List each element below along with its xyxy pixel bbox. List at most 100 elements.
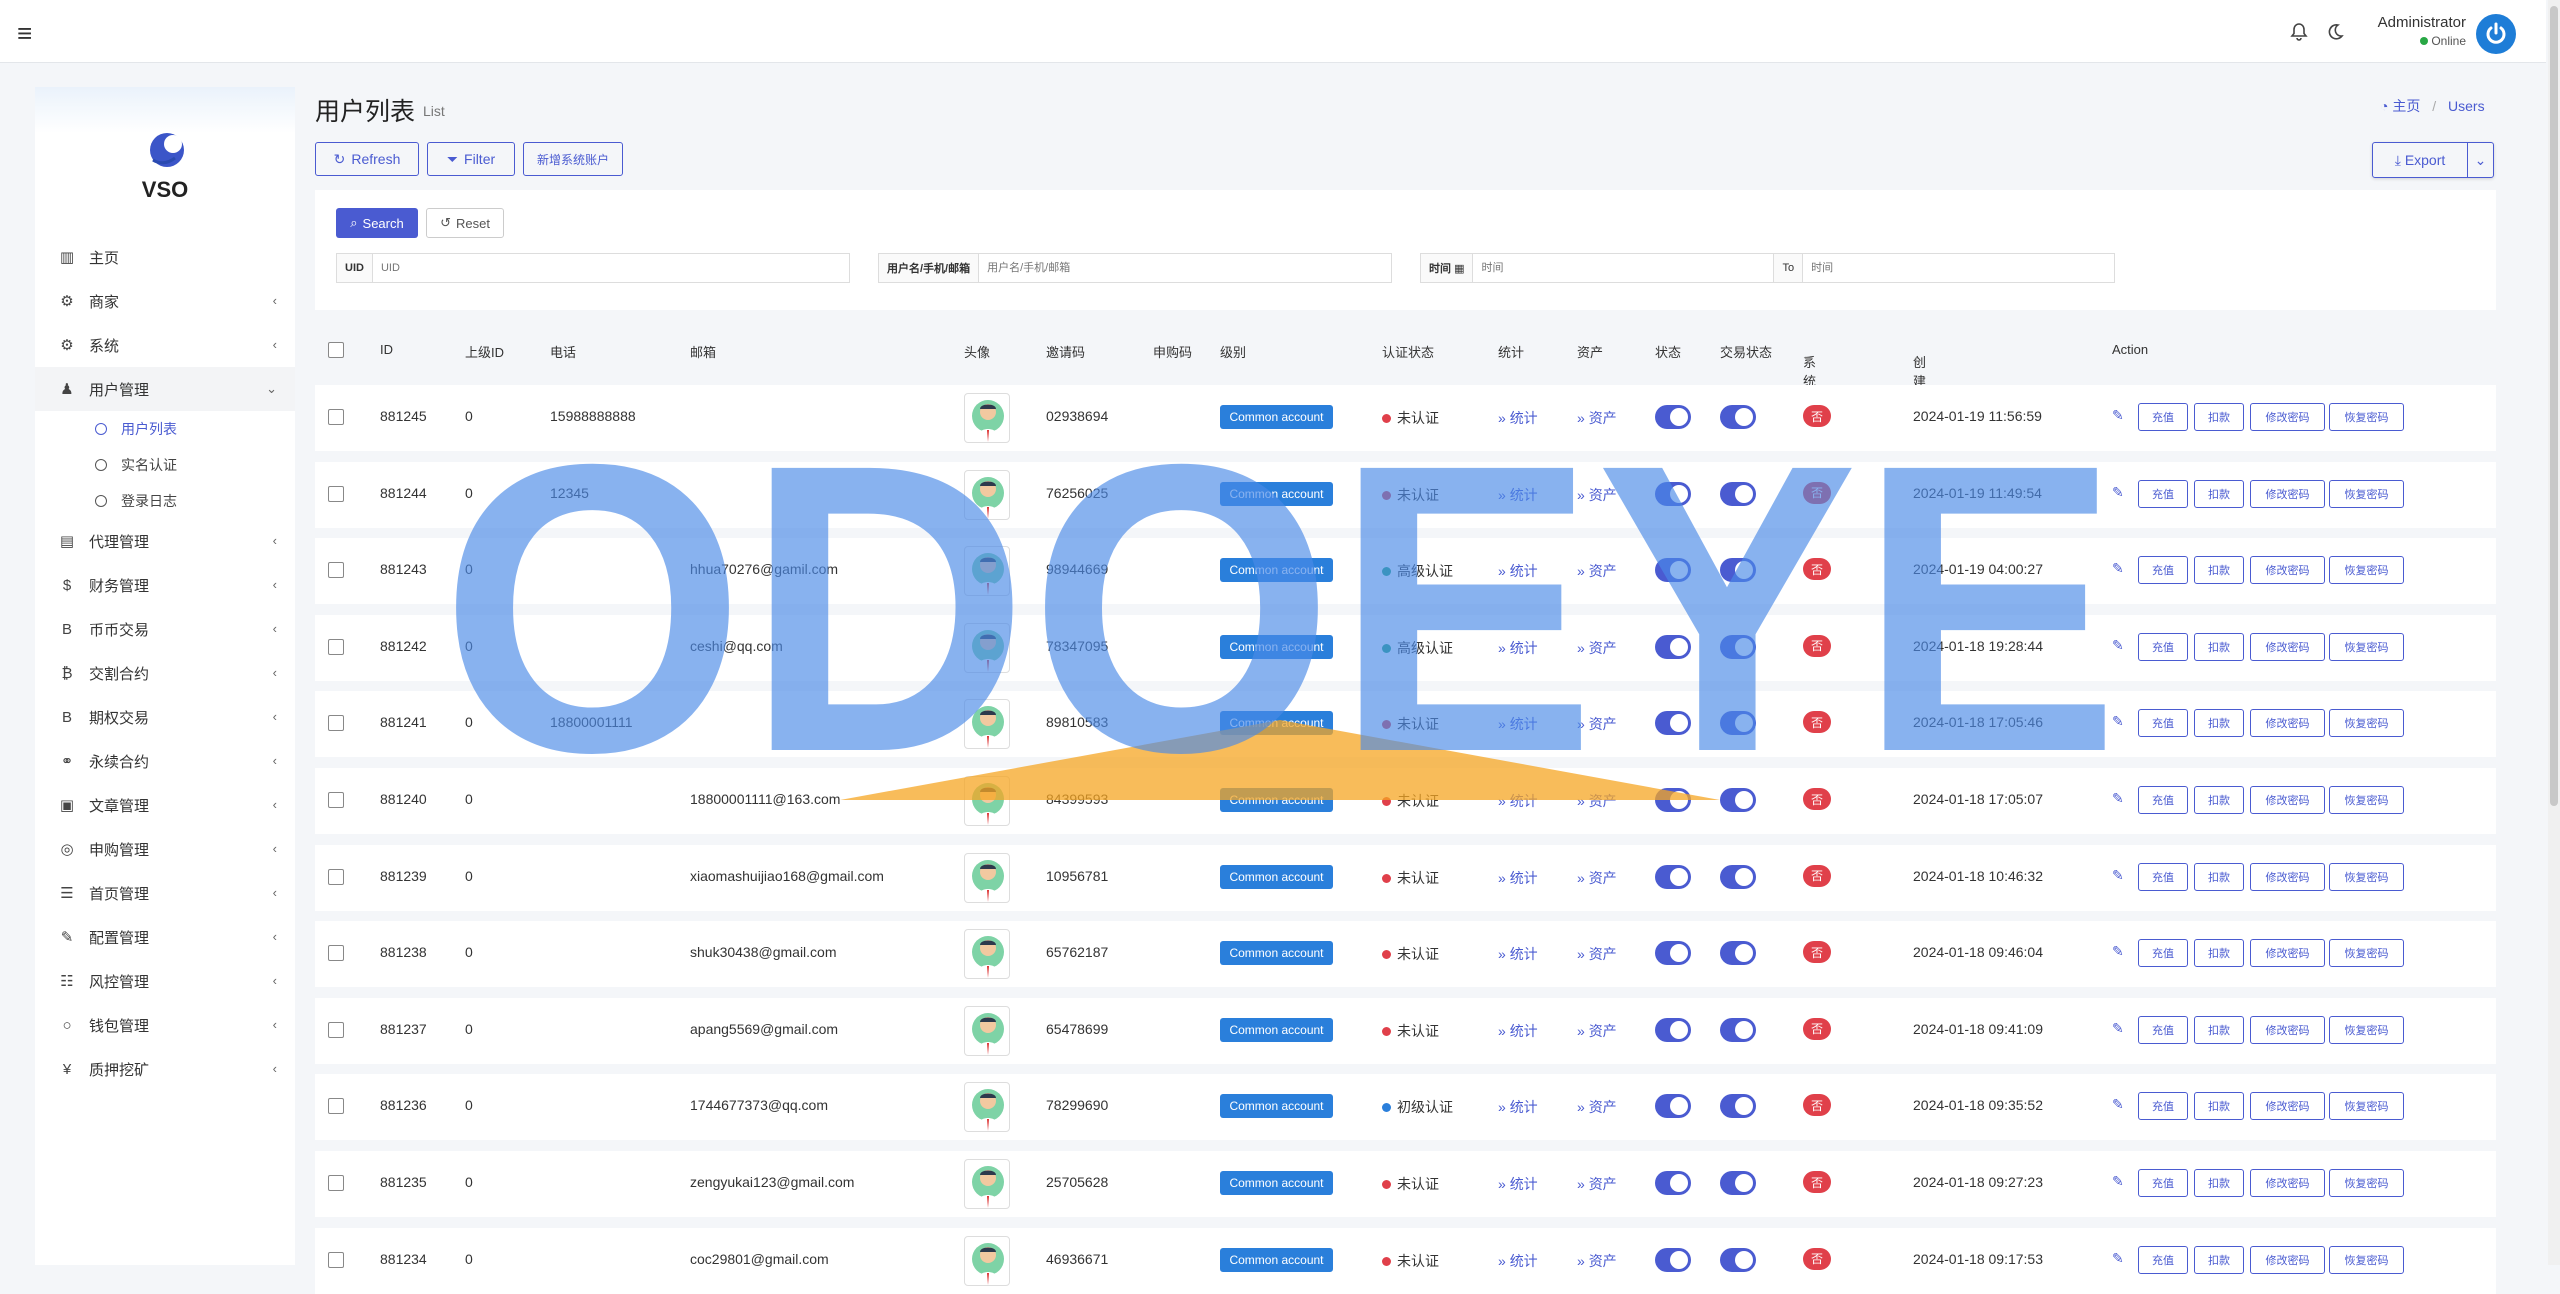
reset-password-button[interactable]: 恢复密码 xyxy=(2329,786,2404,814)
reset-password-button[interactable]: 恢复密码 xyxy=(2329,479,2404,508)
trade-status-toggle[interactable] xyxy=(1720,405,1756,429)
avatar[interactable] xyxy=(964,622,1010,673)
sidebar-item-10[interactable]: ▣ 文章管理 ‹ xyxy=(35,783,295,827)
status-toggle[interactable] xyxy=(1655,481,1691,506)
deduct-button[interactable]: 扣款 xyxy=(2194,1092,2244,1121)
edit-icon[interactable]: ✎ xyxy=(2112,1173,2124,1190)
export-button[interactable]: ⤓ Export ⌄ xyxy=(2372,142,2494,178)
assets-link[interactable]: » 资产 xyxy=(1577,1174,1617,1194)
sidebar-item-15[interactable]: ○ 钱包管理 ‹ xyxy=(35,1003,295,1047)
sidebar-item-7[interactable]: ₿ 交割合约 ‹ xyxy=(35,651,295,695)
table-row[interactable]: 881245 0 15988888888 02938694 Common account… xyxy=(315,385,2496,451)
sidebar-item-2[interactable]: ⚙ 系统 ‹ xyxy=(35,323,295,367)
user-info[interactable]: Administrator Online xyxy=(2376,14,2466,48)
row-checkbox[interactable] xyxy=(328,715,344,734)
status-toggle[interactable] xyxy=(1655,558,1691,583)
stats-link[interactable]: » 统计 xyxy=(1498,1174,1538,1194)
table-row[interactable]: 881240 0 18800001111@163.com 84399593 Common… xyxy=(315,768,2496,834)
table-row[interactable]: 881235 0 zengyukai123@gmail.com 25705628 Com… xyxy=(315,1151,2496,1217)
recharge-button[interactable]: 充值 xyxy=(2138,862,2188,891)
sidebar-item-14[interactable]: ☷ 风控管理 ‹ xyxy=(35,959,295,1003)
avatar[interactable] xyxy=(964,776,1010,826)
hamburger-menu-icon[interactable]: ≡ xyxy=(17,18,32,49)
recharge-button[interactable]: 充值 xyxy=(2138,556,2188,585)
select-all-checkbox[interactable] xyxy=(328,342,344,361)
table-row[interactable]: 881244 0 12345 76256025 Common account 未认证 » 统… xyxy=(315,461,2496,528)
assets-link[interactable]: » 资产 xyxy=(1577,868,1617,888)
stats-link[interactable]: » 统计 xyxy=(1498,638,1538,658)
avatar[interactable] xyxy=(964,1159,1010,1209)
trade-status-toggle[interactable] xyxy=(1720,1094,1756,1119)
status-toggle[interactable] xyxy=(1655,1017,1691,1042)
table-row[interactable]: 881236 0 1744677373@qq.com 78299690 Common a… xyxy=(315,1074,2496,1141)
status-toggle[interactable] xyxy=(1655,1171,1691,1195)
assets-link[interactable]: » 资产 xyxy=(1577,1021,1617,1041)
bell-icon[interactable] xyxy=(2290,22,2308,47)
assets-link[interactable]: » 资产 xyxy=(1577,791,1617,811)
page-scrollbar[interactable] xyxy=(2548,0,2560,1265)
sidebar-item-5[interactable]: $ 财务管理 ‹ xyxy=(35,563,295,607)
row-checkbox[interactable] xyxy=(328,1175,344,1194)
assets-link[interactable]: » 资产 xyxy=(1577,944,1617,964)
reset-password-button[interactable]: 恢复密码 xyxy=(2329,862,2404,891)
change-password-button[interactable]: 修改密码 xyxy=(2250,709,2325,738)
status-toggle[interactable] xyxy=(1655,788,1691,812)
change-password-button[interactable]: 修改密码 xyxy=(2250,1169,2325,1197)
uid-input[interactable] xyxy=(372,254,843,282)
reset-password-button[interactable]: 恢复密码 xyxy=(2329,632,2404,661)
change-password-button[interactable]: 修改密码 xyxy=(2250,1092,2325,1121)
sidebar-subitem-0[interactable]: 用户列表 xyxy=(35,411,295,447)
stats-link[interactable]: » 统计 xyxy=(1498,485,1538,505)
sidebar-item-4[interactable]: ▤ 代理管理 ‹ xyxy=(35,519,295,563)
sidebar-item-11[interactable]: ◎ 申购管理 ‹ xyxy=(35,827,295,871)
deduct-button[interactable]: 扣款 xyxy=(2194,1245,2244,1274)
trade-status-toggle[interactable] xyxy=(1720,634,1756,659)
stats-link[interactable]: » 统计 xyxy=(1498,1021,1538,1041)
trade-status-toggle[interactable] xyxy=(1720,558,1756,583)
edit-icon[interactable]: ✎ xyxy=(2112,713,2124,730)
row-checkbox[interactable] xyxy=(328,485,344,505)
change-password-button[interactable]: 修改密码 xyxy=(2250,1245,2325,1274)
account-input[interactable] xyxy=(979,254,1380,282)
trade-status-toggle[interactable] xyxy=(1720,711,1756,736)
scrollbar-thumb[interactable] xyxy=(2550,6,2558,806)
stats-link[interactable]: » 统计 xyxy=(1498,944,1538,964)
sidebar-item-13[interactable]: ✎ 配置管理 ‹ xyxy=(35,915,295,959)
col-subscribe-code[interactable]: 申购码 xyxy=(1153,342,1192,361)
recharge-button[interactable]: 充值 xyxy=(2138,1169,2188,1197)
row-checkbox[interactable] xyxy=(328,945,344,964)
change-password-button[interactable]: 修改密码 xyxy=(2250,556,2325,585)
change-password-button[interactable]: 修改密码 xyxy=(2250,403,2325,431)
edit-icon[interactable]: ✎ xyxy=(2112,1096,2124,1113)
status-toggle[interactable] xyxy=(1655,1247,1691,1272)
table-row[interactable]: 881234 0 coc29801@gmail.com 46936671 Common … xyxy=(315,1227,2496,1294)
table-row[interactable]: 881242 0 ceshi@qq.com 78347095 Common accoun… xyxy=(315,614,2496,681)
deduct-button[interactable]: 扣款 xyxy=(2194,862,2244,891)
table-row[interactable]: 881243 0 hhua70276@gamil.com 98944669 Common… xyxy=(315,538,2496,605)
avatar[interactable] xyxy=(964,546,1010,597)
status-toggle[interactable] xyxy=(1655,634,1691,659)
deduct-button[interactable]: 扣款 xyxy=(2194,939,2244,968)
edit-icon[interactable]: ✎ xyxy=(2112,1250,2124,1267)
time-end-input[interactable] xyxy=(1803,254,2104,282)
reset-password-button[interactable]: 恢复密码 xyxy=(2329,1169,2404,1197)
row-checkbox[interactable] xyxy=(328,868,344,888)
assets-link[interactable]: » 资产 xyxy=(1577,561,1617,581)
recharge-button[interactable]: 充值 xyxy=(2138,709,2188,738)
trade-status-toggle[interactable] xyxy=(1720,788,1756,812)
row-checkbox[interactable] xyxy=(328,638,344,658)
row-checkbox[interactable] xyxy=(328,1251,344,1271)
assets-link[interactable]: » 资产 xyxy=(1577,1251,1617,1271)
assets-link[interactable]: » 资产 xyxy=(1577,714,1617,734)
status-toggle[interactable] xyxy=(1655,711,1691,736)
reset-password-button[interactable]: 恢复密码 xyxy=(2329,1015,2404,1044)
stats-link[interactable]: » 统计 xyxy=(1498,714,1538,734)
status-toggle[interactable] xyxy=(1655,941,1691,966)
stats-link[interactable]: » 统计 xyxy=(1498,868,1538,888)
edit-icon[interactable]: ✎ xyxy=(2112,943,2124,960)
col-auth-status[interactable]: 认证状态 xyxy=(1382,342,1434,361)
stats-link[interactable]: » 统计 xyxy=(1498,1251,1538,1271)
breadcrumb-home[interactable]: 主页 xyxy=(2392,98,2420,114)
filter-icon[interactable]: ⏷ xyxy=(1803,352,1813,368)
edit-icon[interactable]: ✎ xyxy=(2112,484,2124,501)
